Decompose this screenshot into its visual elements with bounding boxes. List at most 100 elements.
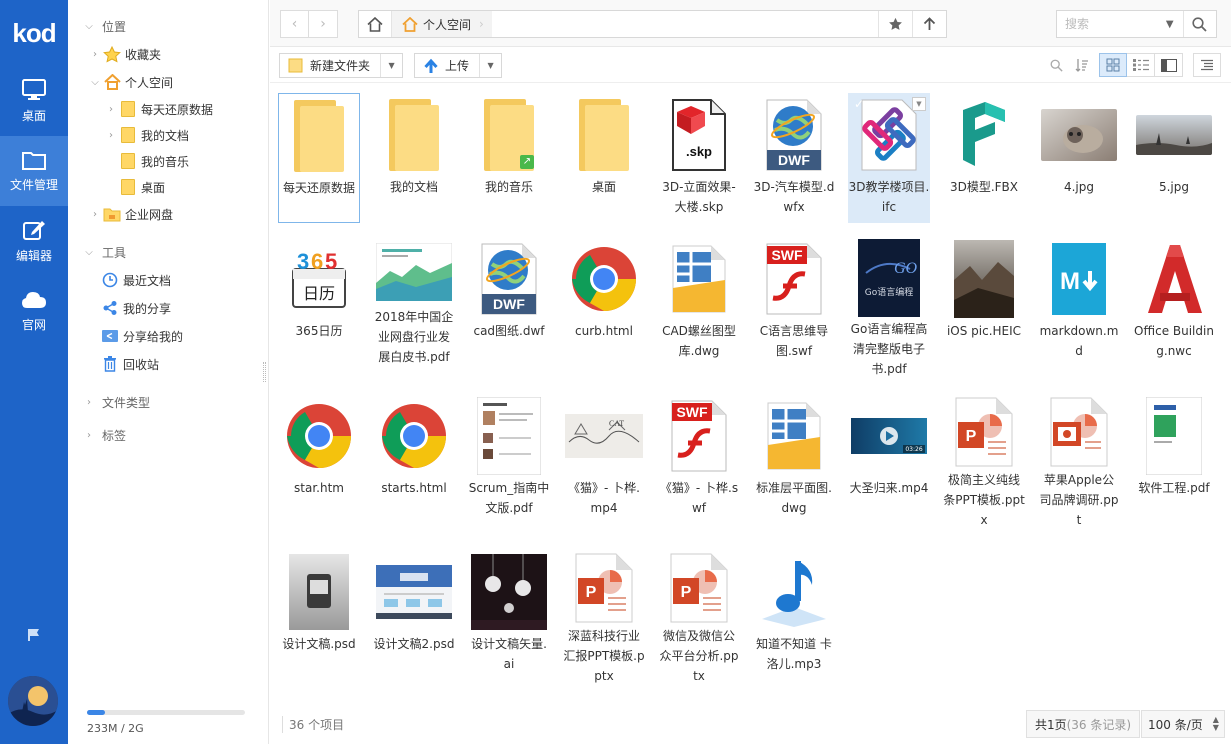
file-item[interactable]: GO Go语言编程 Go语言编程高清完整版电子书.pdf [848, 237, 930, 376]
tree-section-tools[interactable]: ⌵ 工具 [82, 239, 126, 265]
tree-item-recent[interactable]: 最近文档 [100, 267, 171, 293]
file-item[interactable]: 设计文稿矢量.ai [468, 550, 550, 680]
music-file-icon [754, 552, 834, 632]
address-bar[interactable]: 个人空间 › [358, 10, 947, 38]
selection-check-icon[interactable]: ✓ [854, 97, 868, 111]
file-item[interactable]: 4.jpg [1038, 93, 1120, 223]
file-item[interactable]: 3D教学楼项目.ifc ✓ ▼ [848, 93, 930, 223]
split-view-icon [1160, 58, 1177, 72]
file-item[interactable]: Office Building.nwc [1133, 237, 1215, 367]
file-item[interactable]: CAT 《猫》- 卜桦.mp4 [563, 394, 645, 524]
file-item[interactable]: starts.html [373, 394, 455, 524]
file-name: 知道不知道 卡洛儿.mp3 [756, 637, 832, 671]
tree-section-tags[interactable]: › 标签 [82, 422, 126, 448]
details-panel-button[interactable] [1193, 53, 1221, 77]
file-item[interactable]: 设计文稿.psd [278, 550, 360, 680]
view-list-button[interactable] [1127, 53, 1155, 77]
tree-item-shared-with-me[interactable]: 分享给我的 [100, 323, 183, 349]
view-split-button[interactable] [1155, 53, 1183, 77]
file-item[interactable]: 标准层平面图.dwg [753, 394, 835, 524]
forward-button[interactable]: › [309, 10, 338, 38]
rail-item-desktop[interactable]: 桌面 [0, 66, 68, 136]
file-item[interactable]: DWF cad图纸.dwf [468, 237, 550, 367]
file-item[interactable]: iOS pic.HEIC [943, 237, 1025, 367]
tree-section-filetypes[interactable]: › 文件类型 [82, 389, 150, 415]
breadcrumb[interactable]: 个人空间 › [392, 11, 492, 37]
tree-item-personal-space[interactable]: ⌵ 个人空间 [88, 69, 173, 95]
file-name: 深蓝科技行业汇报PPT模板.pptx [563, 629, 645, 683]
tree-item-my-share[interactable]: 我的分享 [100, 295, 171, 321]
chevron-right-icon: › [87, 396, 91, 408]
upload-menu-caret[interactable]: ▼ [479, 54, 501, 77]
folder-shared-file-icon: ↗ [469, 95, 549, 175]
photo-cat-file-icon [1039, 95, 1119, 175]
svg-text:DWF: DWF [493, 296, 525, 312]
flag-icon[interactable] [0, 628, 68, 642]
chevron-right-icon: › [320, 16, 326, 32]
rail-item-file-manager[interactable]: 文件管理 [0, 136, 68, 206]
file-item[interactable]: Mmarkdown.md [1038, 237, 1120, 367]
tree-section-location[interactable]: ⌵ 位置 [82, 13, 126, 39]
tree-sidebar: ⌵ 位置 › 收藏夹 ⌵ 个人空间 › 每天还原数据 › 我的文档 我的音乐 桌… [68, 0, 269, 744]
sort-button[interactable] [1069, 53, 1095, 77]
file-item[interactable]: 设计文稿2.psd [373, 550, 455, 680]
file-item[interactable]: 2018年中国企业网盘行业发展白皮书.pdf [373, 237, 455, 367]
tree-item-daily-restore[interactable]: › 每天还原数据 [104, 96, 213, 122]
file-item[interactable]: P 深蓝科技行业汇报PPT模板.pptx [563, 550, 645, 683]
file-item[interactable]: 知道不知道 卡洛儿.mp3 [753, 550, 835, 680]
file-item[interactable]: SWF 《猫》- 卜桦.swf [658, 394, 740, 524]
tree-item-enterprise-disk[interactable]: › 企业网盘 [88, 201, 173, 227]
file-item[interactable]: SWF C语言思维导图.swf [753, 237, 835, 367]
search-input[interactable] [1065, 17, 1157, 31]
file-item[interactable]: curb.html [563, 237, 645, 367]
file-item[interactable]: Scrum_指南中文版.pdf [468, 394, 550, 524]
zoom-button[interactable] [1043, 53, 1069, 77]
go-up-button[interactable] [912, 11, 946, 37]
home-button[interactable] [359, 11, 392, 37]
pager[interactable]: 共1页 (36 条记录) [1026, 710, 1140, 738]
file-item[interactable]: ↗ 我的音乐 [468, 93, 550, 223]
upload-button[interactable]: 上传 ▼ [414, 53, 503, 78]
item-menu-caret[interactable]: ▼ [912, 97, 926, 111]
tree-item-my-music[interactable]: 我的音乐 [104, 148, 189, 174]
file-item[interactable]: CAD螺丝图型库.dwg [658, 237, 740, 367]
file-item[interactable]: 5.jpg [1133, 93, 1215, 223]
file-item[interactable]: 03:26 大圣归来.mp4 [848, 394, 930, 524]
page-size-select[interactable]: 100 条/页 ▲ ▼ [1141, 710, 1225, 738]
search-scope-dropdown[interactable]: ▼ [1157, 19, 1183, 30]
file-item[interactable]: 3 6 5 日历 365日历 [278, 237, 360, 367]
file-item[interactable]: 每天还原数据 [278, 93, 360, 223]
back-button[interactable]: ‹ [280, 10, 309, 38]
file-item[interactable]: 苹果Apple公司品牌调研.ppt [1038, 394, 1120, 527]
tree-item-my-documents[interactable]: › 我的文档 [104, 122, 189, 148]
sidebar-resize-handle[interactable] [263, 362, 266, 382]
file-item[interactable]: 软件工程.pdf [1133, 394, 1215, 524]
app-logo[interactable]: kod [0, 0, 68, 66]
file-item[interactable]: P 微信及微信公众平台分析.pptx [658, 550, 740, 683]
file-item[interactable]: star.htm [278, 394, 360, 524]
tree-item-recycle-bin[interactable]: 回收站 [100, 351, 159, 377]
rail-item-website[interactable]: 官网 [0, 276, 68, 346]
new-menu-caret[interactable]: ▼ [380, 54, 402, 77]
file-item[interactable]: DWF 3D-汽车模型.dwfx [753, 93, 835, 223]
file-item[interactable]: 3D模型.FBX [943, 93, 1025, 223]
video-sketch-file-icon: CAT [564, 396, 644, 476]
file-item[interactable]: 桌面 [563, 93, 645, 223]
file-name: 4.jpg [1063, 180, 1095, 194]
file-item[interactable]: 我的文档 [373, 93, 455, 223]
search-button[interactable] [1182, 11, 1216, 37]
tree-item-desktop[interactable]: 桌面 [104, 174, 165, 200]
menu-icon [1201, 59, 1213, 71]
file-item[interactable]: .skp 3D-立面效果-大楼.skp [658, 93, 740, 223]
chevron-left-icon: ‹ [291, 16, 298, 32]
view-icons-button[interactable] [1099, 53, 1127, 77]
folder-icon [288, 58, 303, 73]
file-item[interactable]: P 极简主义纯线条PPT模板.pptx [943, 394, 1025, 527]
favorite-button[interactable] [878, 11, 912, 37]
tree-item-favorites[interactable]: › 收藏夹 [88, 41, 161, 67]
file-name: 桌面 [591, 180, 616, 194]
swf-file-icon: SWF [754, 239, 834, 319]
new-folder-button[interactable]: 新建文件夹 ▼ [279, 53, 404, 78]
rail-item-editor[interactable]: 编辑器 [0, 206, 68, 276]
avatar[interactable] [8, 676, 58, 726]
